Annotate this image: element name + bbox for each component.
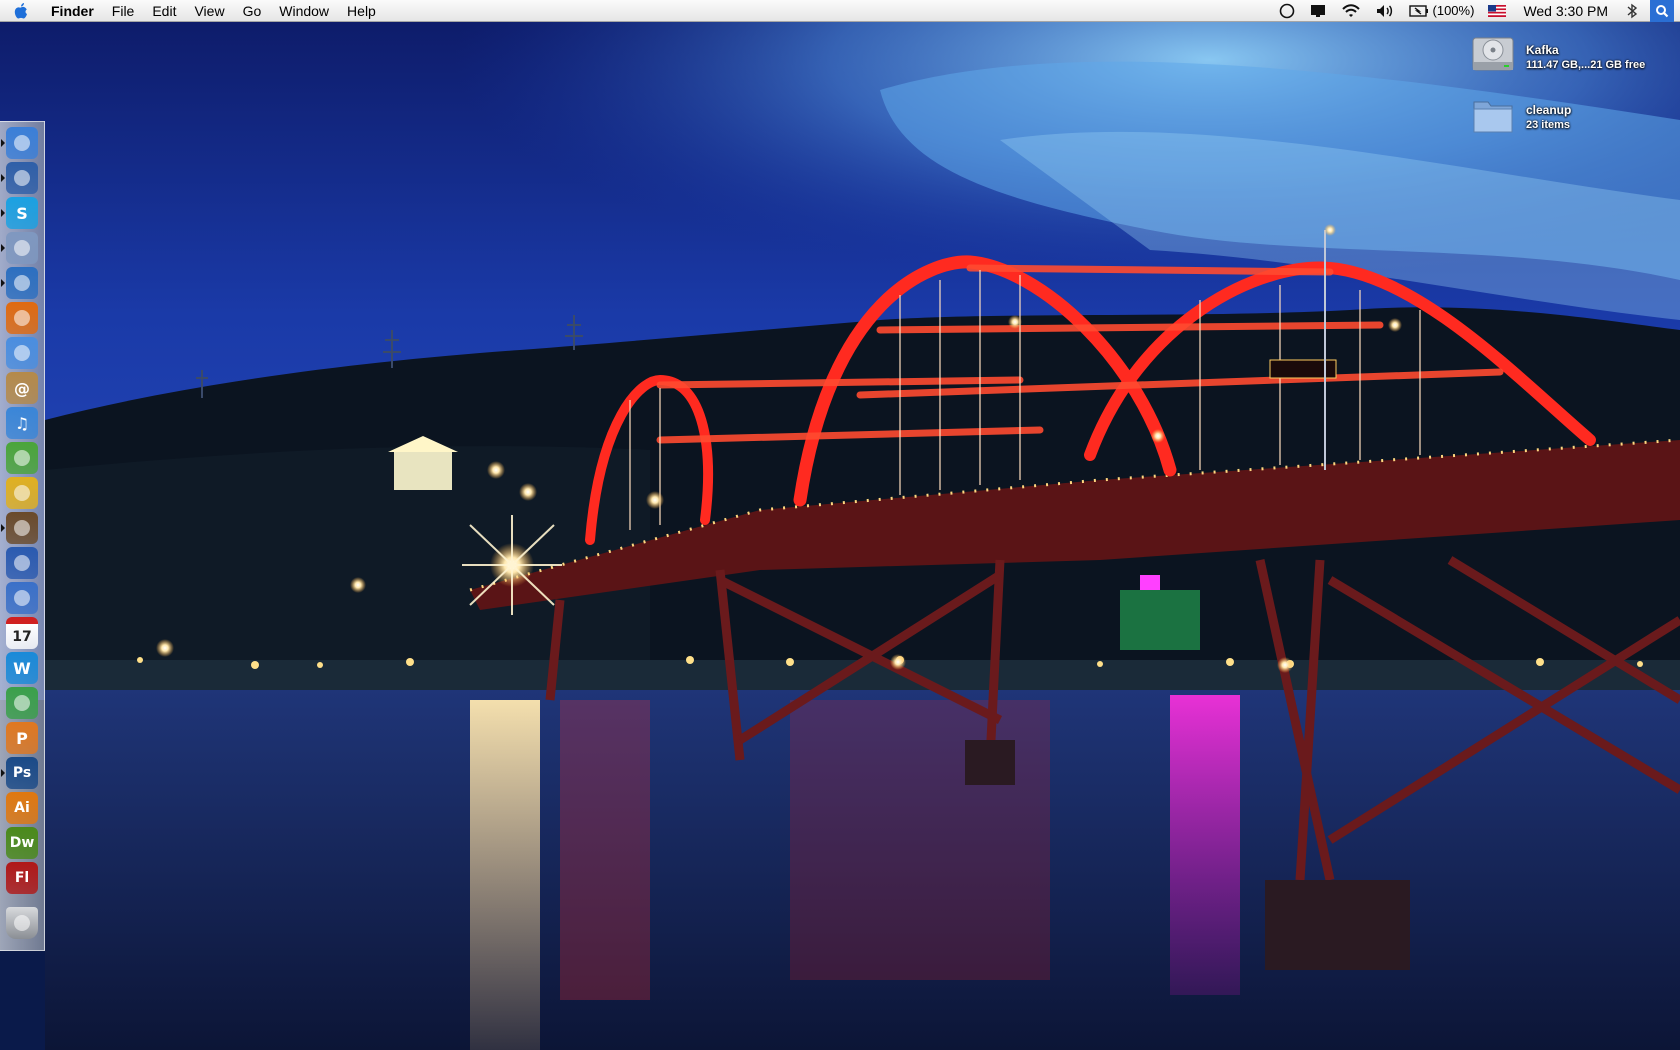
mail-icon	[14, 240, 30, 256]
running-indicator	[1, 244, 5, 252]
desktop-item-info: 111.47 GB,...21 GB free	[1526, 59, 1646, 71]
dock-item-adium[interactable]	[6, 162, 38, 194]
dock-item-label: Dw	[9, 835, 35, 851]
running-indicator	[1, 209, 5, 217]
imovie-icon	[14, 555, 30, 571]
hard-drive-icon	[1470, 32, 1516, 83]
dock-item-finder[interactable]	[6, 127, 38, 159]
menu-go[interactable]: Go	[234, 0, 271, 22]
desktop-item-folder[interactable]: cleanup 23 items	[1470, 92, 1571, 143]
menu-edit[interactable]: Edit	[143, 0, 185, 22]
menu-help[interactable]: Help	[338, 0, 385, 22]
dock-item-address-book[interactable]: @	[6, 372, 38, 404]
dock-item-flash[interactable]: Fl	[6, 862, 38, 894]
grab-icon	[14, 695, 30, 711]
ichat-icon	[14, 345, 30, 361]
dock-item-illustrator[interactable]: Ai	[6, 792, 38, 824]
dock-item-imovie[interactable]	[6, 547, 38, 579]
battery-icon	[1408, 4, 1429, 17]
dock-item-ical[interactable]: 17	[6, 617, 38, 649]
display-icon[interactable]	[1302, 0, 1334, 22]
trash-icon	[14, 915, 30, 931]
dock-item-label: Ai	[14, 800, 30, 816]
firefox-icon	[14, 310, 30, 326]
menu-file[interactable]: File	[103, 0, 144, 22]
volume-icon[interactable]	[1368, 0, 1402, 22]
running-indicator	[1, 524, 5, 532]
dock-item-wacom[interactable]: W	[6, 652, 38, 684]
dock-item-itunes[interactable]: ♫	[6, 407, 38, 439]
menu-view[interactable]: View	[185, 0, 233, 22]
dock-item-label: @	[14, 378, 30, 398]
spotlight-icon[interactable]	[1650, 0, 1674, 22]
dock-item-label: P	[16, 728, 28, 748]
dock-item-firefox[interactable]	[6, 302, 38, 334]
running-indicator	[1, 279, 5, 287]
menu-bar: Finder File Edit View Go Window Help (10…	[0, 0, 1680, 22]
desktop-item-info: 23 items	[1526, 119, 1571, 131]
dock-item-label: W	[13, 658, 31, 678]
dock-item-photoshop[interactable]: Ps	[6, 757, 38, 789]
desktop-item-hard-drive[interactable]: Kafka 111.47 GB,...21 GB free	[1470, 32, 1645, 83]
dock-item-skype[interactable]: S	[6, 197, 38, 229]
wifi-icon[interactable]	[1334, 0, 1368, 22]
dock-item-pages[interactable]: P	[6, 722, 38, 754]
menu-window[interactable]: Window	[270, 0, 338, 22]
dock-item-label: Fl	[14, 870, 30, 886]
dock-item-safari[interactable]	[6, 267, 38, 299]
preview-icon	[14, 520, 30, 536]
dock: S @ ♫ 17 W P Ps Ai Dw Fl	[0, 121, 45, 951]
battery-status[interactable]: (100%)	[1402, 0, 1482, 22]
running-indicator	[1, 769, 5, 777]
dock-item-trash[interactable]	[6, 907, 38, 939]
us-flag-input-icon[interactable]	[1481, 0, 1513, 22]
dock-item-label: Ps	[12, 765, 32, 781]
desktop-item-name: cleanup	[1526, 103, 1572, 117]
bluetooth-icon[interactable]	[1618, 0, 1646, 22]
menu-app-finder[interactable]: Finder	[42, 0, 103, 22]
adium-icon	[14, 170, 30, 186]
finder-icon	[14, 135, 30, 151]
folder-icon	[1470, 92, 1516, 143]
running-indicator	[1, 139, 5, 147]
desktop-wallpaper	[0, 0, 1680, 1050]
dock-item-ichat[interactable]	[6, 337, 38, 369]
battery-percent: (100%)	[1432, 3, 1475, 18]
dock-item-mail[interactable]	[6, 232, 38, 264]
time-machine-icon[interactable]	[1272, 0, 1302, 22]
dock-item-label: S	[16, 203, 28, 223]
transmit-icon	[14, 485, 30, 501]
dock-item-grab[interactable]	[6, 687, 38, 719]
safari-icon	[14, 275, 30, 291]
dock-item-preview[interactable]	[6, 512, 38, 544]
dock-item-transmit[interactable]	[6, 477, 38, 509]
dock-item-dvd-player[interactable]	[6, 582, 38, 614]
dock-item-evernote[interactable]	[6, 442, 38, 474]
dock-item-label: 17	[12, 628, 32, 645]
apple-icon[interactable]	[0, 0, 42, 22]
desktop-item-name: Kafka	[1526, 43, 1559, 57]
evernote-icon	[14, 450, 30, 466]
dock-item-label: ♫	[14, 413, 30, 433]
dvd-player-icon	[14, 590, 30, 606]
running-indicator	[1, 174, 5, 182]
menu-clock[interactable]: Wed 3:30 PM	[1513, 3, 1618, 19]
dock-item-dreamweaver[interactable]: Dw	[6, 827, 38, 859]
